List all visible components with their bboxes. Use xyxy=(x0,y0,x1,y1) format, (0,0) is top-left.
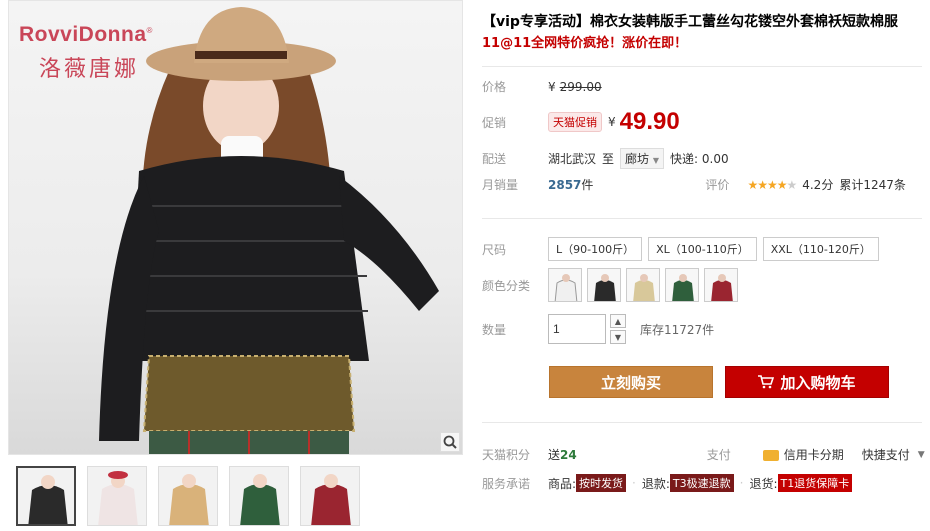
buy-now-button[interactable]: 立刻购买 xyxy=(549,366,713,398)
price-label: 价格 xyxy=(482,80,507,94)
size-option-l[interactable]: L（90-100斤） xyxy=(548,237,643,261)
promo-price: 49.90 xyxy=(619,108,680,135)
shipping-from: 湖北武汉 xyxy=(548,152,597,166)
color-option-3[interactable] xyxy=(626,268,660,302)
points-amount: 24 xyxy=(560,447,577,462)
quantity-stepper: ▲ ▼ xyxy=(610,314,626,344)
decrement-button[interactable]: ▼ xyxy=(610,330,626,344)
zoom-icon[interactable] xyxy=(440,432,460,452)
service-label: 服务承诺 xyxy=(482,476,531,491)
on-time-shipping-tag[interactable]: 按时发货 xyxy=(576,474,627,492)
quantity-row: 数量 ▲ ▼ 库存11727件 xyxy=(482,314,714,344)
points-give: 送 xyxy=(548,448,561,462)
stock-count: 库存11727件 xyxy=(640,322,715,337)
shipping-fee: 快递: 0.00 xyxy=(670,152,729,166)
fast-refund-tag[interactable]: T3极速退款 xyxy=(669,474,734,492)
star-rating-icon: ★★★★★ xyxy=(747,177,797,192)
product-page: RovviDonna® 洛薇唐娜 【vip专享活动】棉衣女装韩版手工蕾丝勾花镂空… xyxy=(0,0,930,531)
review-count-link[interactable]: 累计1247条 xyxy=(839,176,906,193)
quantity-label: 数量 xyxy=(482,322,507,337)
product-header: 【vip专享活动】棉衣女装韩版手工蕾丝勾花镂空外套棉袄短款棉服 11@11全网特… xyxy=(482,12,922,53)
thumbnail-2[interactable] xyxy=(87,466,147,526)
goods-prefix: 商品: xyxy=(548,476,577,491)
promo-badge: 天猫促销 xyxy=(548,112,602,132)
separator: · xyxy=(632,476,636,490)
promo-label: 促销 xyxy=(482,115,507,130)
price-row: 价格 ¥ 299.00 xyxy=(482,78,602,95)
size-option-xxl[interactable]: XXL（110-120斤） xyxy=(762,237,879,261)
sales-unit: 件 xyxy=(581,178,594,192)
product-subtitle: 11@11全网特价疯抢！涨价在即！ xyxy=(482,36,688,51)
color-label: 颜色分类 xyxy=(482,278,531,293)
divider xyxy=(482,422,922,423)
rating-label: 评价 xyxy=(705,178,730,192)
credit-card-icon xyxy=(762,450,779,461)
add-to-cart-label: 加入购物车 xyxy=(780,373,856,392)
destination-select[interactable]: 廊坊 ▼ xyxy=(620,148,665,169)
shipping-label: 配送 xyxy=(482,152,507,166)
return-guarantee-tag[interactable]: T1退货保障卡 xyxy=(777,474,853,492)
quantity-input[interactable] xyxy=(548,314,606,344)
chevron-down-icon: ▼ xyxy=(652,156,660,165)
sales-label: 月销量 xyxy=(482,178,519,192)
thumbnail-strip xyxy=(16,466,360,526)
rating-score: 4.2分 xyxy=(802,178,834,192)
chevron-down-icon[interactable]: ▼ xyxy=(918,450,925,460)
color-option-2[interactable] xyxy=(587,268,621,302)
product-title: 【vip专享活动】棉衣女装韩版手工蕾丝勾花镂空外套棉袄短款棉服 xyxy=(482,14,898,30)
points-label: 天猫积分 xyxy=(482,448,531,462)
refund-prefix: 退款: xyxy=(641,476,670,491)
increment-button[interactable]: ▲ xyxy=(610,314,626,328)
size-row: 尺码 L（90-100斤） XL（100-110斤） XXL（110-120斤） xyxy=(482,237,885,261)
thumbnail-4[interactable] xyxy=(229,466,289,526)
points-row: 天猫积分 送 24 支付 信用卡分期 快捷支付 ▼ xyxy=(482,446,925,463)
color-option-4[interactable] xyxy=(665,268,699,302)
color-row: 颜色分类 xyxy=(482,268,743,302)
size-option-xl[interactable]: XL（100-110斤） xyxy=(648,237,757,261)
add-to-cart-button[interactable]: 加入购物车 xyxy=(725,366,889,398)
cart-icon xyxy=(758,375,775,389)
thumbnail-5[interactable] xyxy=(300,466,360,526)
service-row: 服务承诺 商品: 按时发货 · 退款: T3极速退款 · 退货: T1退货保障卡 xyxy=(482,474,853,492)
main-product-image[interactable]: RovviDonna® 洛薇唐娜 xyxy=(8,0,463,455)
shipping-to-word: 至 xyxy=(602,152,615,166)
original-price: 299.00 xyxy=(559,79,602,94)
sales-count: 2857 xyxy=(548,177,582,192)
quick-pay-option[interactable]: 快捷支付 xyxy=(862,446,910,463)
color-option-5[interactable] xyxy=(704,268,738,302)
pay-label: 支付 xyxy=(706,448,731,462)
separator: · xyxy=(739,476,744,490)
shipping-row: 配送 湖北武汉 至 廊坊 ▼ 快递: 0.00 xyxy=(482,148,729,169)
return-prefix: 退货: xyxy=(749,476,778,491)
brand-logo-cn: 洛薇唐娜 xyxy=(39,57,140,82)
divider xyxy=(482,66,922,67)
thumbnail-3[interactable] xyxy=(158,466,218,526)
thumbnail-1[interactable] xyxy=(16,466,76,526)
size-label: 尺码 xyxy=(482,242,507,257)
currency-symbol: ¥ xyxy=(608,115,616,129)
brand-logo-en: RovviDonna® xyxy=(19,23,153,46)
currency-symbol: ¥ xyxy=(548,79,556,94)
credit-card-option[interactable]: 信用卡分期 xyxy=(762,446,844,463)
divider xyxy=(482,218,922,219)
color-option-1[interactable] xyxy=(548,268,582,302)
sales-row: 月销量 2857 件 评价 ★★★★★ 4.2分 累计1247条 xyxy=(482,176,906,193)
promo-row: 促销 天猫促销 ¥ 49.90 xyxy=(482,108,680,136)
